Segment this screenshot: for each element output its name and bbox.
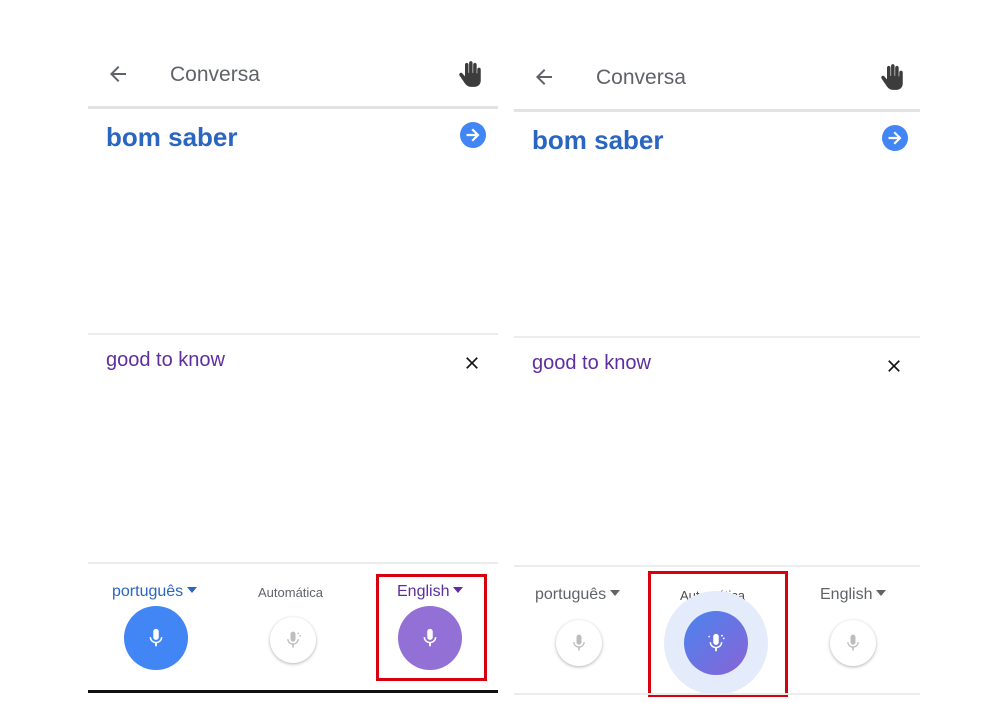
dropdown-caret-icon <box>876 589 887 596</box>
page-title: Conversa <box>596 66 686 89</box>
bottom-divider <box>514 565 920 567</box>
target-language-selector[interactable]: English <box>820 586 887 604</box>
arrow-forward-icon[interactable] <box>882 125 908 151</box>
hand-wave-icon[interactable] <box>880 63 908 91</box>
source-text: bom saber <box>532 125 664 155</box>
bottom-divider <box>88 562 498 564</box>
highlight-box <box>648 571 788 697</box>
source-mic-button[interactable] <box>124 606 188 670</box>
dropdown-caret-icon <box>187 586 198 593</box>
conversation-screen-right: Conversa bom saber good to know portuguê… <box>514 43 920 712</box>
bottom-edge-divider <box>514 693 920 695</box>
source-language-selector[interactable]: português <box>535 586 621 604</box>
toolbar: Conversa <box>514 43 920 109</box>
microphone-icon <box>847 634 859 651</box>
auto-mic-button[interactable] <box>270 617 316 663</box>
conversation-screen-left: Conversa bom saber good to know portuguê… <box>88 40 498 712</box>
translated-text: good to know <box>532 352 651 374</box>
toolbar-divider <box>88 106 498 109</box>
source-mic-button[interactable] <box>556 620 602 666</box>
arrow-forward-icon[interactable] <box>460 122 486 148</box>
section-divider <box>514 336 920 338</box>
target-language-label: English <box>820 586 873 603</box>
section-divider <box>88 333 498 335</box>
source-language-selector[interactable]: português <box>112 583 198 601</box>
close-icon[interactable] <box>462 353 482 373</box>
toolbar: Conversa <box>88 40 498 106</box>
navigation-bar <box>88 690 498 693</box>
dropdown-caret-icon <box>610 589 621 596</box>
arrow-back-icon[interactable] <box>106 62 130 86</box>
target-mic-button[interactable] <box>830 620 876 666</box>
source-text: bom saber <box>106 122 238 152</box>
auto-detect-label: Automática <box>258 585 324 600</box>
translated-text: good to know <box>106 349 225 371</box>
page-title: Conversa <box>170 63 260 86</box>
microphone-icon <box>149 628 163 647</box>
toolbar-divider <box>514 109 920 112</box>
hand-wave-icon[interactable] <box>458 60 486 88</box>
highlight-box <box>376 574 487 681</box>
source-language-label: português <box>535 586 607 603</box>
microphone-icon <box>573 634 585 651</box>
auto-microphone-icon <box>287 631 301 648</box>
arrow-back-icon[interactable] <box>532 65 556 89</box>
close-icon[interactable] <box>884 356 904 376</box>
source-language-label: português <box>112 583 184 600</box>
